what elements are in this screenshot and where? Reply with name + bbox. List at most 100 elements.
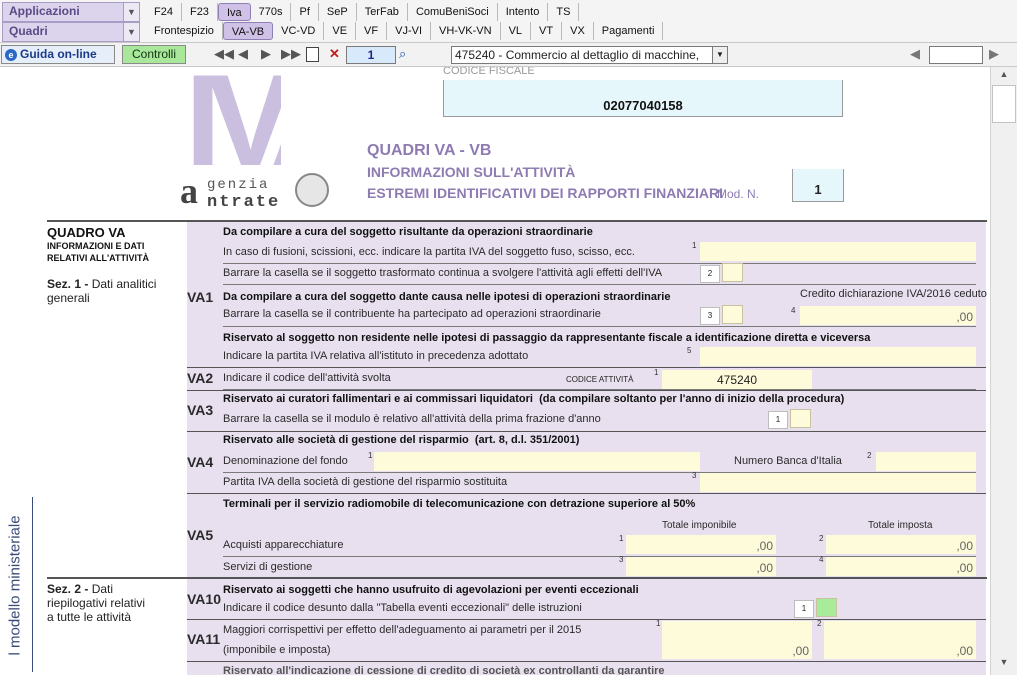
chevron-down-icon[interactable]: ▼ (123, 23, 139, 41)
va1-code: VA1 (187, 289, 214, 305)
va1-rule2 (223, 284, 976, 285)
va5-n3: 3 (619, 555, 624, 564)
secondary-field[interactable] (929, 46, 983, 64)
delete-page-icon[interactable]: ✕ (329, 46, 340, 62)
va1-credit-label: Credito dichiarazione IVA/2016 ceduto (800, 288, 987, 300)
first-page-icon[interactable]: ◀◀ (214, 46, 234, 62)
tab-vc-vd[interactable]: VC-VD (273, 22, 325, 40)
header-divider (47, 220, 987, 222)
va1-checkbox2[interactable] (722, 263, 743, 282)
mod-label: Mod. N. (717, 187, 760, 201)
va2-code-label: CODICE ATTIVITÀ (566, 375, 634, 384)
va5-servizi-imponibile[interactable]: ,00 (626, 557, 776, 576)
tab-vt[interactable]: VT (531, 22, 563, 40)
tab-pf[interactable]: Pf (291, 3, 319, 21)
va5-line1: Acquisti apparecchiature (223, 539, 344, 551)
va5-line2: Servizi di gestione (223, 561, 313, 573)
scroll-up-icon[interactable]: ▲ (995, 69, 1013, 83)
tab-iva[interactable]: Iva (217, 3, 251, 21)
tab-comubenisoci[interactable]: ComuBeniSoci (408, 3, 498, 21)
va1-checkbox3[interactable] (722, 305, 743, 324)
va3-line1: Barrare la casella se il modulo è relati… (223, 413, 601, 425)
va2-line1: Indicare il codice dell'attività svolta (223, 372, 391, 384)
tab-f24[interactable]: F24 (146, 3, 182, 21)
vertical-scrollbar[interactable]: ▲ ▼ (990, 67, 1017, 675)
new-page-icon[interactable] (306, 47, 319, 62)
va11-imponibile-field[interactable]: ,00 (662, 621, 812, 659)
sez2-line2: riepilogativi relativi (47, 596, 146, 610)
va3-checkbox[interactable] (790, 409, 811, 428)
va1-rule3 (223, 326, 976, 327)
sez1-title: Sez. 1 - Dati analitici (47, 277, 156, 291)
va4-piva-field[interactable] (700, 473, 976, 492)
va1-heading1: Da compilare a cura del soggetto risulta… (223, 226, 593, 238)
va3-n1: 1 (768, 411, 788, 429)
scroll-thumb[interactable] (992, 85, 1016, 123)
va4-heading1-a: Riservato alle società di gestione del r… (223, 434, 469, 446)
last-page-icon[interactable]: ▶▶ (281, 46, 301, 62)
agency-letter-a: a (180, 171, 198, 211)
mod-field[interactable]: 1 (792, 169, 844, 202)
tab-intento[interactable]: Intento (498, 3, 549, 21)
tab-va-vb[interactable]: VA-VB (222, 22, 274, 40)
va2-activity-field[interactable]: 475240 (662, 370, 812, 389)
applicazioni-select[interactable]: Applicazioni ▼ (2, 2, 140, 22)
tab-vx[interactable]: VX (562, 22, 594, 40)
tab-ts[interactable]: TS (548, 3, 580, 21)
va1-credit-field[interactable]: ,00 (800, 306, 976, 325)
va5-acquisti-imponibile[interactable]: ,00 (626, 535, 776, 554)
cf-field[interactable]: 02077040158 (443, 80, 843, 117)
agency-line1: genzia (207, 177, 270, 193)
va4-fondo-field[interactable] (374, 452, 700, 471)
va11-imposta-field[interactable]: ,00 (824, 621, 976, 659)
va5-n1: 1 (619, 534, 624, 543)
tab-sep[interactable]: SeP (319, 3, 357, 21)
tab-vj-vi[interactable]: VJ-VI (387, 22, 432, 40)
next-page-icon[interactable]: ▶ (261, 46, 271, 62)
tab-frontespizio[interactable]: Frontespizio (146, 22, 223, 40)
quadri-select[interactable]: Quadri ▼ (2, 22, 140, 42)
scroll-left-icon[interactable]: ◀ (910, 46, 920, 62)
va1-field1[interactable] (700, 242, 976, 261)
cf-value: 02077040158 (603, 98, 683, 113)
chevron-down-icon[interactable]: ▼ (123, 3, 139, 21)
tab-f23[interactable]: F23 (182, 3, 218, 21)
va4-banca-field[interactable] (876, 452, 976, 471)
page-number-field[interactable]: 1 (346, 46, 396, 64)
va1-n2: 2 (700, 265, 720, 283)
activity-select[interactable]: 475240 - Commercio al dettaglio di macch… (451, 46, 728, 64)
quadro-sub2: RELATIVI ALL'ATTIVITÀ (47, 253, 149, 263)
va5-col1: Totale imponibile (662, 520, 737, 531)
va1-line3: Barrare la casella se il contribuente ha… (223, 308, 601, 320)
va5-servizi-imposta[interactable]: ,00 (826, 557, 976, 576)
sez2-line3: a tutte le attività (47, 610, 132, 624)
va10-line1: Indicare il codice desunto dalla "Tabell… (223, 602, 582, 614)
tab-770s[interactable]: 770s (251, 3, 292, 21)
va5-acquisti-imposta[interactable]: ,00 (826, 535, 976, 554)
tab-ve[interactable]: VE (324, 22, 357, 40)
va1-line2: Barrare la casella se il soggetto trasfo… (223, 267, 663, 279)
va1-field5[interactable] (700, 347, 976, 366)
iva-logo: IVA (185, 67, 281, 173)
tab-terfab[interactable]: TerFab (357, 3, 408, 21)
search-icon[interactable]: ⌕ (399, 46, 406, 62)
scroll-down-icon[interactable]: ▼ (995, 657, 1013, 671)
tab-vf[interactable]: VF (356, 22, 388, 40)
controls-button[interactable]: Controlli (122, 45, 186, 64)
tab-vh-vk-vn[interactable]: VH-VK-VN (431, 22, 501, 40)
va3-code: VA3 (187, 402, 214, 418)
va3-divider (187, 390, 986, 391)
va5-divider (187, 493, 986, 494)
va4-n1: 1 (368, 451, 373, 460)
section2-divider (47, 577, 987, 579)
chevron-down-icon[interactable]: ▼ (712, 47, 727, 63)
tab-vl[interactable]: VL (501, 22, 532, 40)
previous-page-icon[interactable]: ◀ (238, 46, 248, 62)
quadro-sub1: INFORMAZIONI E DATI (47, 241, 145, 251)
va4-heading1: Riservato alle società di gestione del r… (223, 434, 579, 446)
quadri-value: Quadri (9, 24, 48, 38)
scroll-right-icon[interactable]: ▶ (989, 46, 999, 62)
tab-pagamenti[interactable]: Pagamenti (594, 22, 664, 40)
va10-code-field[interactable] (816, 598, 837, 617)
guide-online-button[interactable]: e Guida on-line (1, 45, 115, 64)
